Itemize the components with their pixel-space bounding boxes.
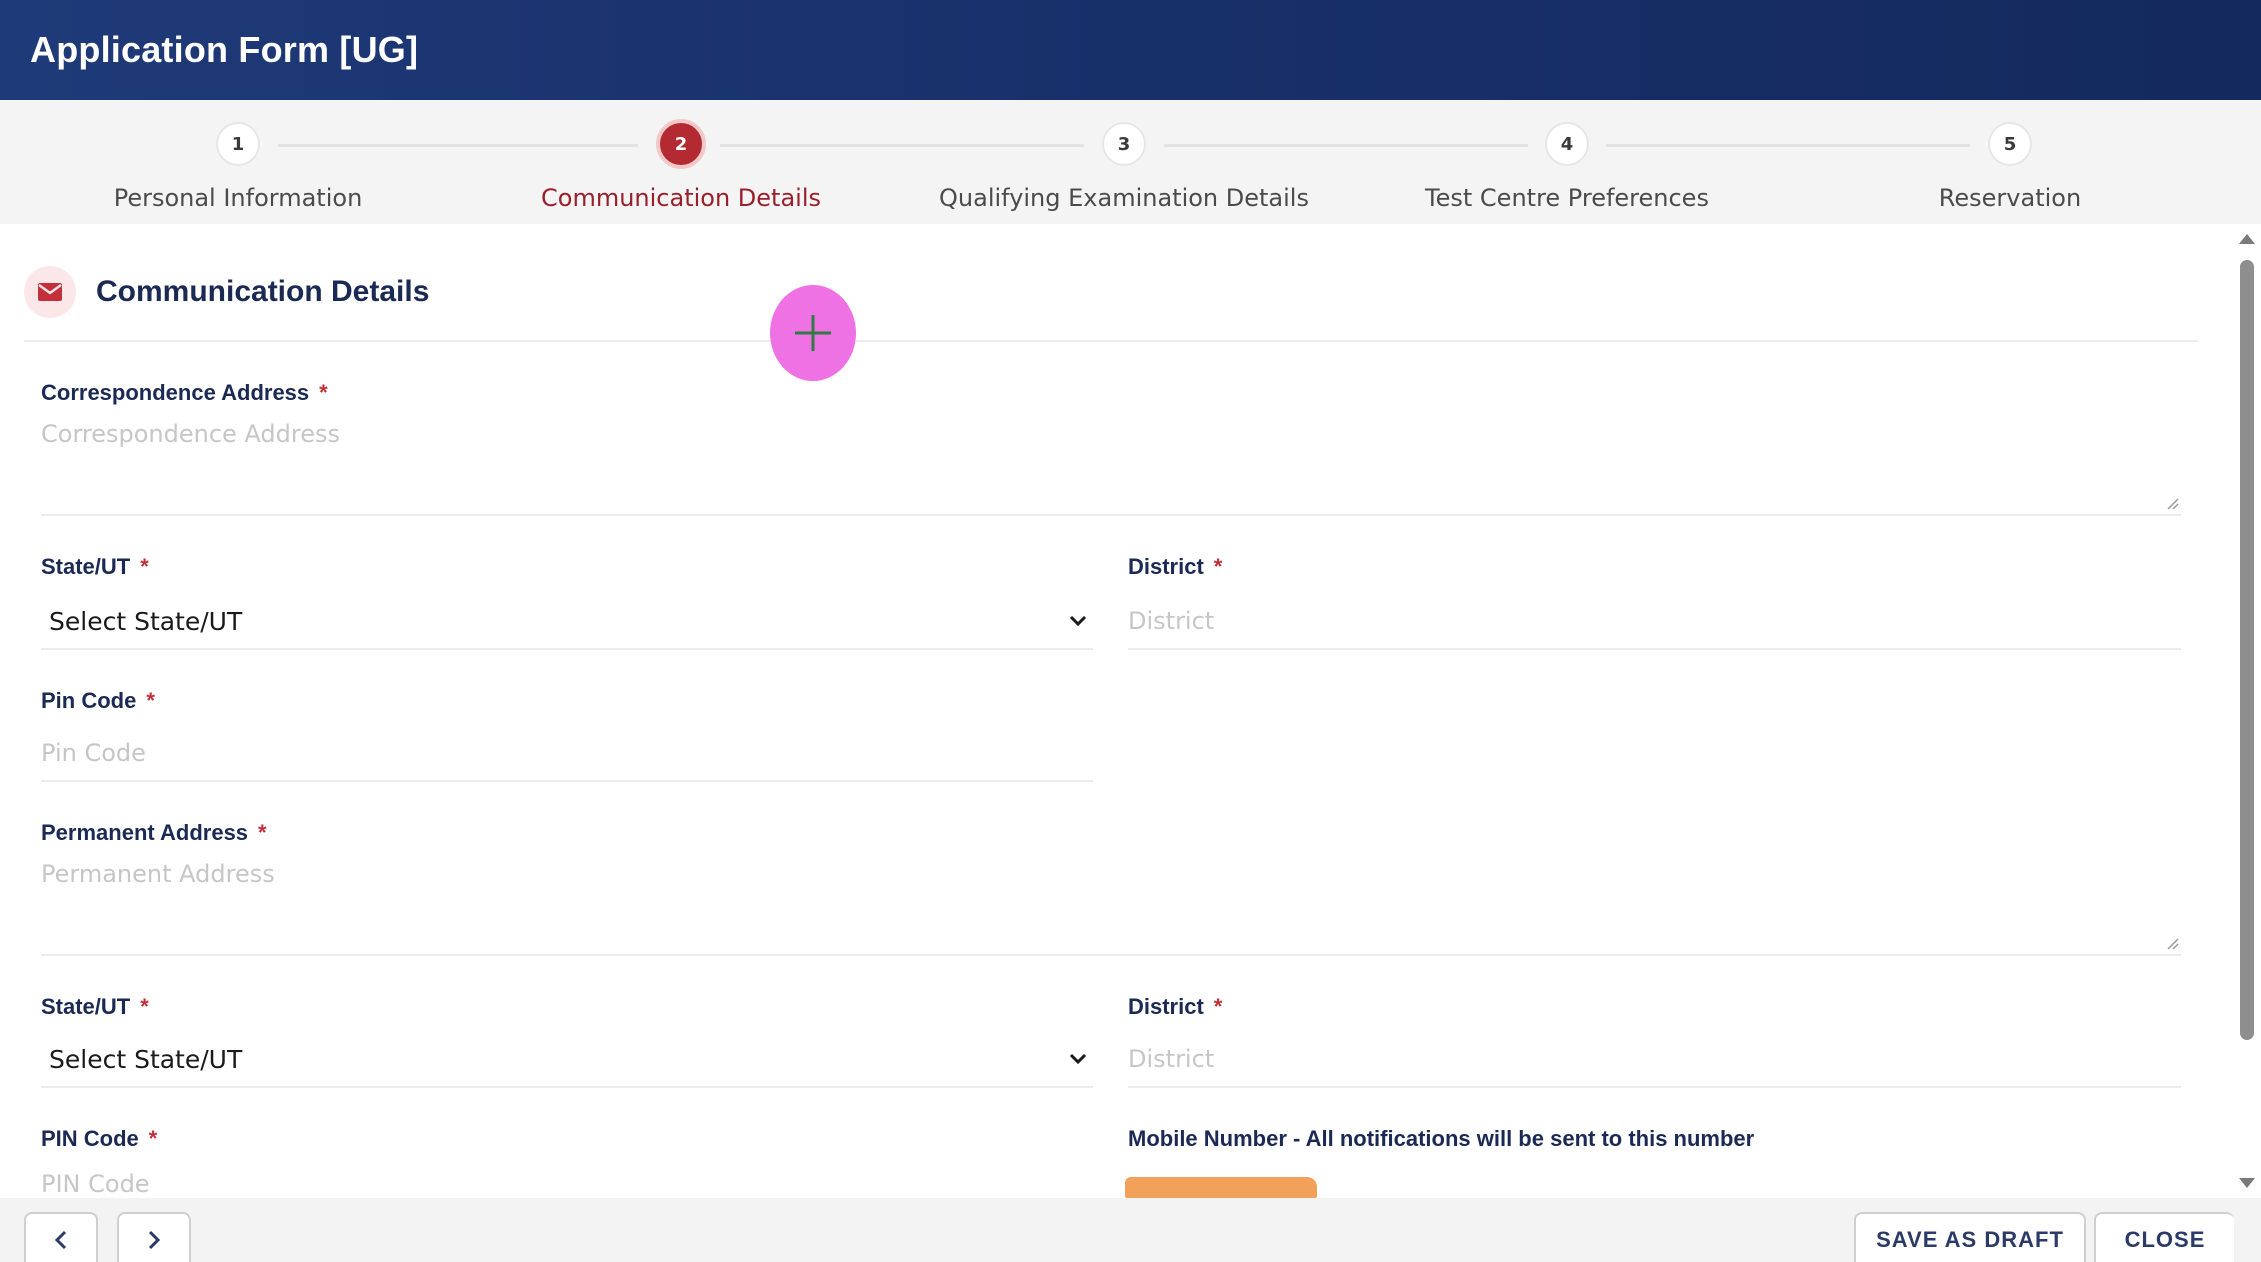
previous-button[interactable] (24, 1212, 98, 1262)
scroll-up-icon[interactable] (2239, 234, 2255, 244)
chevron-right-icon (148, 1230, 161, 1250)
pin-code-input[interactable]: Pin Code (41, 726, 1093, 782)
next-button[interactable] (117, 1212, 191, 1262)
step-number: 4 (1545, 122, 1589, 166)
step-label: Communication Details (541, 184, 821, 212)
district-label: District * (1128, 554, 1223, 579)
district-input[interactable]: District (1128, 594, 2181, 650)
resize-grip-icon[interactable] (2165, 496, 2179, 510)
step-number: 1 (216, 122, 260, 166)
resize-grip-icon[interactable] (2165, 936, 2179, 950)
save-as-draft-button[interactable]: SAVE AS DRAFT (1854, 1212, 2086, 1262)
step-communication-details[interactable]: 2 Communication Details (460, 100, 902, 224)
pin-code-label: Pin Code * (41, 688, 155, 713)
page-title: Application Form [UG] (30, 29, 419, 70)
plus-icon (795, 315, 831, 351)
mobile-number-label: Mobile Number - All notifications will b… (1128, 1126, 1755, 1151)
redaction-mark (1125, 1177, 1317, 1198)
progress-stepper: 1 Personal Information 2 Communication D… (0, 100, 2261, 224)
scroll-thumb[interactable] (2240, 260, 2254, 1040)
step-label: Reservation (1938, 184, 2082, 212)
envelope-icon (24, 266, 76, 318)
step-number: 5 (1988, 122, 2032, 166)
step-test-centre-preferences[interactable]: 4 Test Centre Preferences (1346, 100, 1788, 224)
permanent-district-label: District * (1128, 994, 1223, 1019)
step-reservation[interactable]: 5 Reservation (1789, 100, 2231, 224)
step-label: Test Centre Preferences (1425, 184, 1709, 212)
permanent-district-input[interactable]: District (1128, 1032, 2181, 1088)
scroll-down-icon[interactable] (2239, 1178, 2255, 1188)
scrollbar[interactable] (2232, 224, 2261, 1198)
add-button[interactable] (770, 285, 856, 381)
form-content: Communication Details Correspondence Add… (0, 224, 2232, 1198)
step-label: Personal Information (113, 184, 363, 212)
permanent-state-label: State/UT * (41, 994, 149, 1019)
chevron-left-icon (54, 1230, 67, 1250)
permanent-address-label: Permanent Address * (41, 820, 267, 845)
permanent-pin-code-input[interactable]: PIN Code (41, 1164, 1093, 1198)
section-title: Communication Details (96, 275, 430, 308)
step-qualifying-examination-details[interactable]: 3 Qualifying Examination Details (903, 100, 1345, 224)
chevron-down-icon (1069, 1053, 1087, 1065)
state-label: State/UT * (41, 554, 149, 579)
step-number: 3 (1102, 122, 1146, 166)
step-personal-information[interactable]: 1 Personal Information (17, 100, 459, 224)
divider (24, 340, 2198, 342)
correspondence-address-input[interactable]: Correspondence Address (41, 420, 2181, 516)
permanent-address-input[interactable]: Permanent Address (41, 860, 2181, 956)
app-header: Application Form [UG] (0, 0, 2261, 100)
footer-bar: SAVE AS DRAFT CLOSE (0, 1198, 2261, 1262)
correspondence-address-label: Correspondence Address * (41, 380, 328, 405)
step-label: Qualifying Examination Details (939, 184, 1309, 212)
chevron-down-icon (1069, 615, 1087, 627)
section-header: Communication Details (24, 264, 429, 320)
state-select[interactable]: Select State/UT (41, 594, 1093, 650)
permanent-pin-code-label: PIN Code * (41, 1126, 158, 1151)
close-button[interactable]: CLOSE (2094, 1212, 2234, 1262)
step-number: 2 (656, 119, 706, 169)
permanent-state-select[interactable]: Select State/UT (41, 1032, 1093, 1088)
